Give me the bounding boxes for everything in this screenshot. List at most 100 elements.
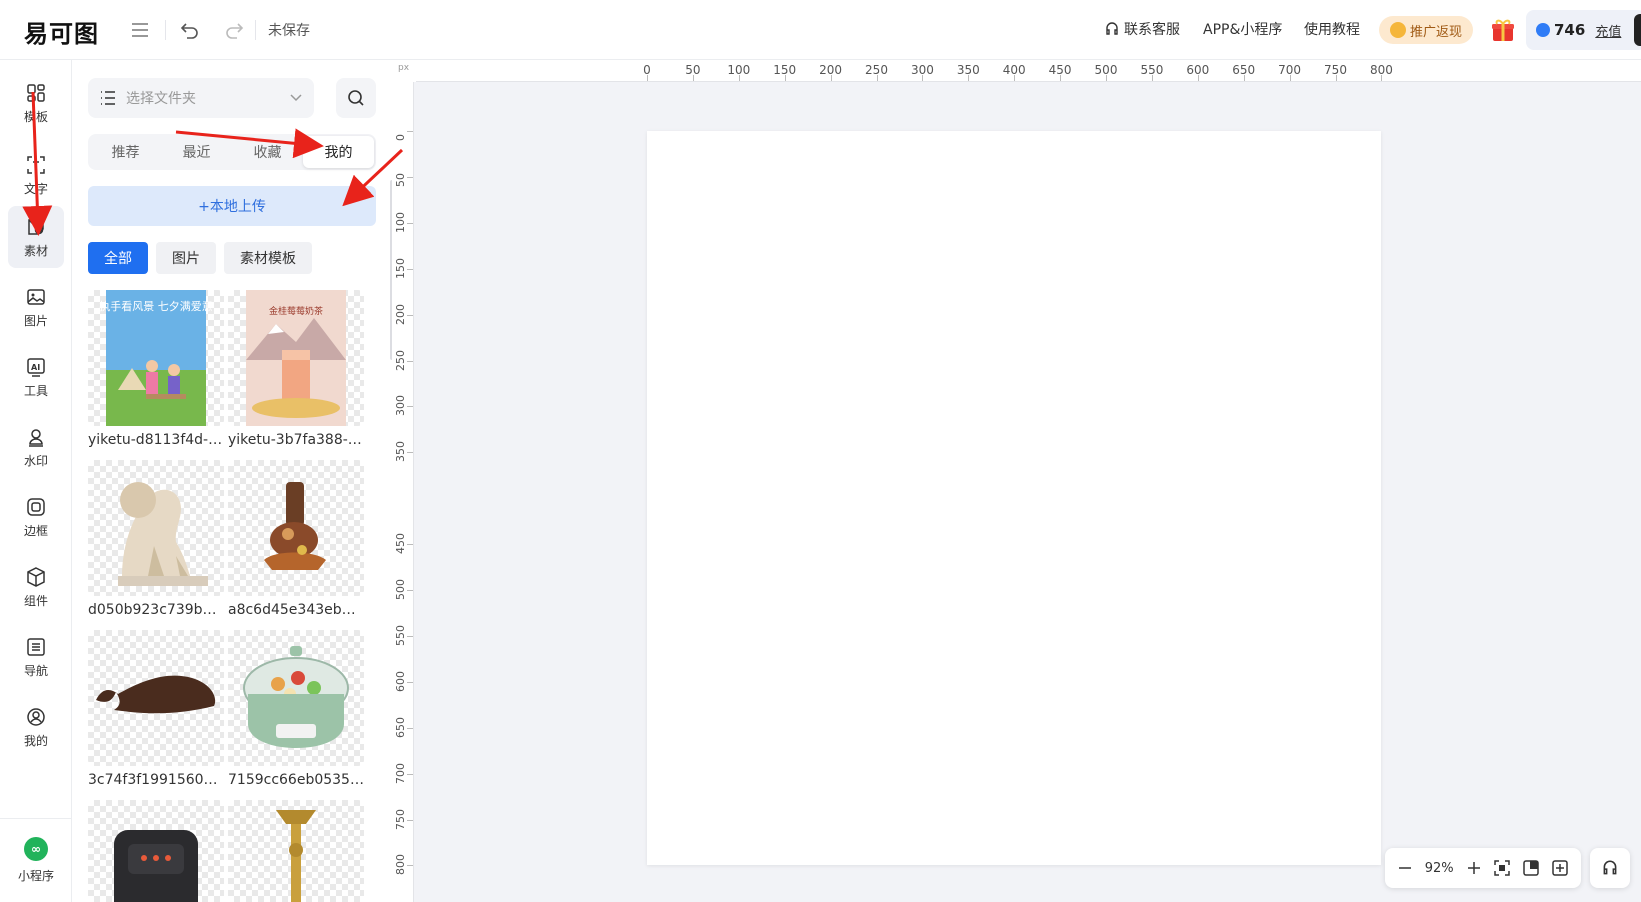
ruler-label: 50	[394, 172, 407, 187]
asset-card[interactable]: a8c6d45e343eb52...	[228, 460, 364, 618]
asset-card[interactable]: 执手看风景 七夕满爱意 yiketu-d8113f4d-e...	[88, 290, 224, 448]
asset-card[interactable]: d050b923c739b14...	[88, 460, 224, 618]
search-button[interactable]	[336, 78, 376, 118]
tab-favorites[interactable]: 收藏	[232, 136, 303, 168]
tab-mine[interactable]: 我的	[303, 136, 374, 168]
lion-statue-image	[118, 482, 208, 586]
redo-icon[interactable]	[222, 18, 246, 42]
zoom-out-icon[interactable]	[1398, 861, 1412, 875]
nav-item-ai-tools[interactable]: AI 工具	[8, 346, 64, 408]
grid-icon[interactable]	[1552, 860, 1569, 876]
poster-tea-image: 金桂莓莓奶茶	[246, 290, 346, 426]
headset-icon	[1106, 22, 1118, 35]
top-bar: 易可图 未保存 联系客服 APP&小程序 使用教程 推广返现 746 充值	[0, 0, 1641, 60]
asset-thumbnail[interactable]	[228, 630, 364, 766]
layer-toggle-icon[interactable]	[1523, 860, 1539, 876]
asset-thumbnail[interactable]	[228, 800, 364, 902]
ruler-tick	[407, 360, 413, 362]
promo-button[interactable]: 推广返现	[1379, 16, 1473, 44]
template-icon	[27, 83, 45, 102]
folder-select[interactable]: 选择文件夹	[88, 78, 314, 118]
local-upload-button[interactable]: +本地上传	[88, 186, 376, 226]
asset-thumbnail[interactable]	[88, 800, 224, 902]
ruler-label: 650	[394, 716, 407, 738]
ruler-tick	[647, 75, 648, 81]
asset-card[interactable]: 3c74f3f19915601b...	[88, 630, 224, 788]
filter-images[interactable]: 图片	[156, 242, 216, 274]
ruler-label: 150	[394, 257, 407, 279]
tab-recommended[interactable]: 推荐	[90, 136, 161, 168]
poster-title: 金桂莓莓奶茶	[269, 305, 323, 317]
fit-screen-icon[interactable]	[1494, 860, 1510, 876]
save-status: 未保存	[268, 23, 310, 39]
ruler-label: 250	[394, 349, 407, 371]
mini-program-button[interactable]: ∞ 小程序	[0, 818, 72, 902]
nav-item-text[interactable]: 文字	[8, 144, 64, 206]
asset-thumbnail[interactable]: 金桂莓莓奶茶	[228, 290, 364, 426]
ruler-tick	[922, 75, 924, 81]
asset-thumbnail[interactable]	[88, 630, 224, 766]
contact-support-link[interactable]: 联系客服	[1104, 19, 1180, 39]
asset-card[interactable]: 金桂莓莓奶茶 yiketu-3b7fa388-e...	[228, 290, 364, 448]
nav-item-image[interactable]: 图片	[8, 276, 64, 338]
ruler-label: 100	[394, 211, 407, 233]
credits-widget: 746 充值	[1526, 10, 1641, 50]
ruler-label: 550	[394, 624, 407, 646]
nav-item-watermark[interactable]: 水印	[8, 416, 64, 478]
zoom-level[interactable]: 92%	[1425, 861, 1454, 876]
app-miniprogram-link[interactable]: APP&小程序	[1203, 19, 1282, 39]
ruler-tick	[407, 222, 413, 224]
undo-icon[interactable]	[178, 18, 202, 42]
chevron-down-icon	[290, 94, 302, 102]
ruler-tick	[407, 544, 413, 546]
image-icon	[27, 288, 45, 305]
material-panel: 选择文件夹 推荐 最近 收藏 我的 +本地上传 全部 图片 素材模板 执手看风景…	[72, 60, 394, 902]
app-logo[interactable]: 易可图	[24, 14, 99, 49]
ruler-label: 700	[394, 762, 407, 784]
ruler-tick	[830, 75, 832, 81]
ruler-tick	[968, 75, 970, 81]
asset-card[interactable]: 7159cc66eb0535d...	[228, 630, 364, 788]
frame-icon	[27, 497, 45, 516]
tab-recent[interactable]: 最近	[161, 136, 232, 168]
ruler-label: 300	[394, 395, 407, 417]
recharge-link[interactable]: 充值	[1595, 21, 1621, 40]
ruler-tick	[876, 75, 878, 81]
svg-text:AI: AI	[31, 363, 40, 372]
asset-thumbnail[interactable]: 执手看风景 七夕满爱意	[88, 290, 224, 426]
watermark-icon	[29, 428, 43, 447]
asset-label: d050b923c739b14...	[88, 602, 224, 618]
zoom-in-icon[interactable]	[1467, 861, 1481, 875]
ruler-tick	[1106, 75, 1107, 81]
asset-thumbnail[interactable]	[228, 460, 364, 596]
nav-item-template[interactable]: 模板	[8, 72, 64, 134]
ruler-label: 350	[394, 441, 407, 463]
asset-card[interactable]	[228, 800, 364, 902]
ruler-tick	[407, 819, 413, 821]
design-canvas[interactable]	[647, 131, 1381, 865]
asset-thumbnail[interactable]	[88, 460, 224, 596]
ruler-tick	[407, 406, 413, 408]
nav-item-frame[interactable]: 边框	[8, 486, 64, 548]
ruler-tick	[407, 314, 413, 316]
filter-chips: 全部 图片 素材模板	[88, 242, 312, 274]
help-headset-button[interactable]	[1590, 848, 1630, 888]
asset-label: yiketu-d8113f4d-e...	[88, 432, 224, 448]
filter-material-templates[interactable]: 素材模板	[224, 242, 312, 274]
toolbar-divider	[165, 20, 166, 40]
nav-item-navigation[interactable]: 导航	[8, 626, 64, 688]
filter-all[interactable]: 全部	[88, 242, 148, 274]
ruler-label: 600	[394, 670, 407, 692]
nav-item-material[interactable]: 素材	[8, 206, 64, 268]
gift-icon[interactable]	[1490, 17, 1516, 43]
nav-item-component[interactable]: 组件	[8, 556, 64, 618]
asset-label: 3c74f3f19915601b...	[88, 772, 224, 788]
poster-couple-image: 执手看风景 七夕满爱意	[99, 290, 213, 426]
menu-icon[interactable]	[128, 18, 152, 42]
headset-icon	[1603, 860, 1617, 875]
asset-card[interactable]	[88, 800, 224, 902]
tutorial-link[interactable]: 使用教程	[1304, 19, 1360, 39]
account-avatar-edge[interactable]	[1634, 14, 1641, 46]
editor-app: 易可图 未保存 联系客服 APP&小程序 使用教程 推广返现 746 充值 模板…	[0, 0, 1641, 902]
nav-item-mine[interactable]: 我的	[8, 696, 64, 758]
